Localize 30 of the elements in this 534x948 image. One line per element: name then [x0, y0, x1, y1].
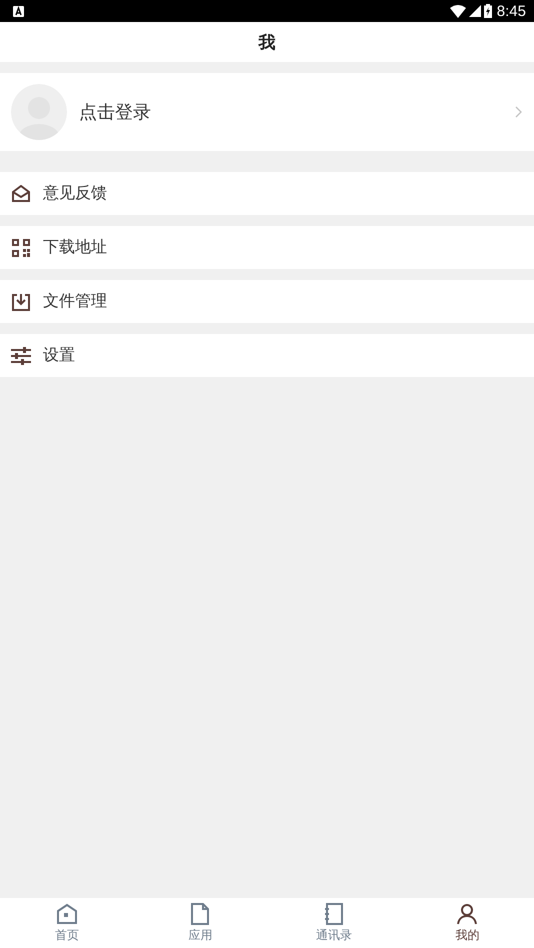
menu-item[interactable]: 设置: [0, 334, 534, 377]
document-icon: [190, 902, 210, 924]
notification-icon: [13, 6, 24, 16]
clock-time: 8:45: [496, 2, 526, 20]
wifi-icon: [450, 4, 466, 18]
qr-code-icon: [11, 238, 31, 258]
nav-tab[interactable]: 应用: [134, 898, 267, 948]
menu-item[interactable]: 文件管理: [0, 280, 534, 323]
house-icon: [56, 902, 78, 924]
envelope-icon: [11, 184, 31, 202]
login-row[interactable]: 点击登录: [0, 73, 534, 151]
nav-tab[interactable]: 我的: [400, 898, 534, 948]
avatar-icon: [11, 84, 67, 140]
menu-label: 文件管理: [43, 291, 107, 312]
contact-book-icon: [324, 902, 344, 924]
battery-icon: [484, 4, 492, 18]
login-label: 点击登录: [79, 101, 152, 124]
menu-label: 下载地址: [43, 237, 107, 258]
download-tray-icon: [11, 292, 31, 312]
sliders-icon: [11, 346, 31, 364]
menu-label: 设置: [43, 345, 75, 366]
menu-item[interactable]: 意见反馈: [0, 172, 534, 215]
person-icon: [456, 902, 478, 924]
chevron-right-icon: [515, 106, 522, 118]
nav-tab[interactable]: 通讯录: [267, 898, 400, 948]
menu-item[interactable]: 下载地址: [0, 226, 534, 269]
page-title: 我: [258, 32, 276, 54]
nav-tab[interactable]: 首页: [0, 898, 134, 948]
menu-label: 意见反馈: [43, 183, 107, 204]
signal-icon: [468, 5, 481, 17]
